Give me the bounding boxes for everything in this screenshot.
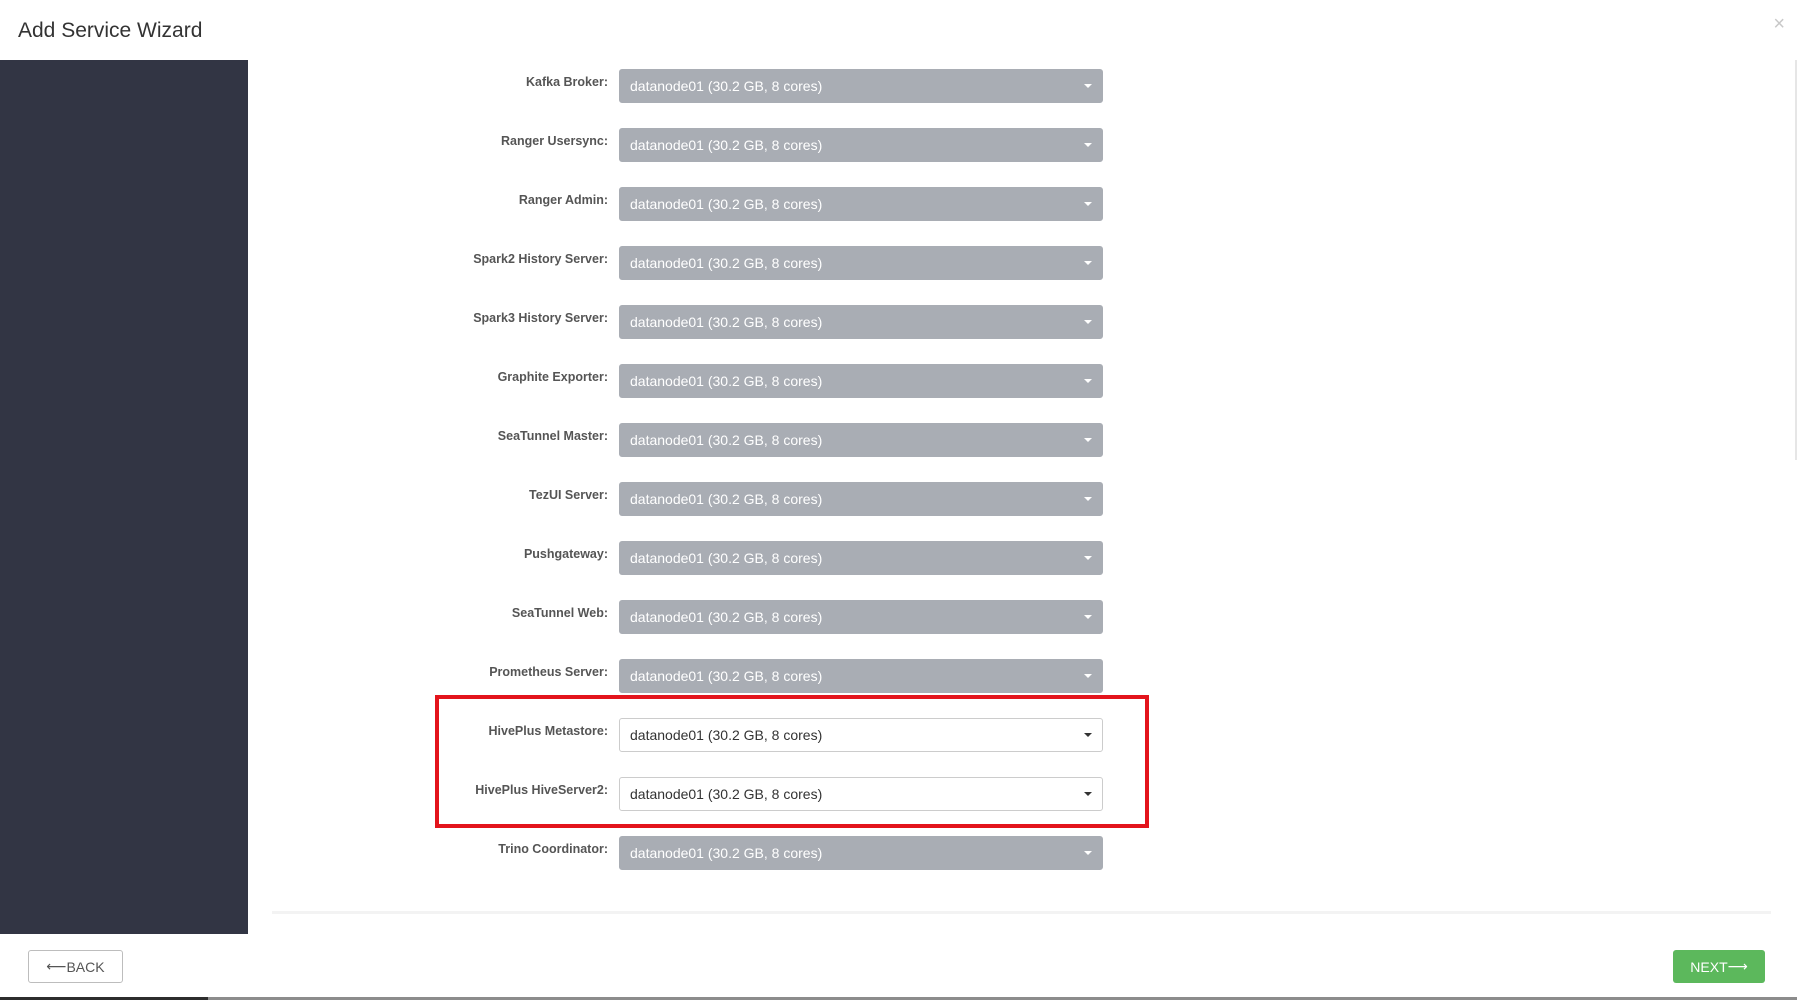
component-label: Ranger Usersync: bbox=[501, 134, 608, 148]
caret-down-icon bbox=[1084, 379, 1092, 383]
arrow-left-icon: ⟵ bbox=[46, 958, 67, 974]
host-select[interactable]: datanode01 (30.2 GB, 8 cores) bbox=[619, 836, 1103, 870]
caret-down-icon bbox=[1084, 202, 1092, 206]
assignment-row: Spark3 History Server: datanode01 (30.2 G… bbox=[420, 305, 1103, 339]
close-icon[interactable]: × bbox=[1773, 14, 1785, 34]
host-select-value: datanode01 (30.2 GB, 8 cores) bbox=[630, 491, 823, 507]
host-select-value: datanode01 (30.2 GB, 8 cores) bbox=[630, 255, 823, 271]
arrow-right-icon: ⟶ bbox=[1727, 958, 1748, 974]
host-select-value: datanode01 (30.2 GB, 8 cores) bbox=[630, 137, 823, 153]
host-select[interactable]: datanode01 (30.2 GB, 8 cores) bbox=[619, 659, 1103, 693]
host-select-value: datanode01 (30.2 GB, 8 cores) bbox=[630, 373, 823, 389]
wizard-sidebar bbox=[0, 60, 248, 934]
host-select-value: datanode01 (30.2 GB, 8 cores) bbox=[630, 668, 823, 684]
host-select-value: datanode01 (30.2 GB, 8 cores) bbox=[630, 550, 823, 566]
caret-down-icon bbox=[1084, 497, 1092, 501]
assignment-row: SeaTunnel Web: datanode01 (30.2 GB, 8 cor… bbox=[420, 600, 1103, 634]
component-label: Trino Coordinator: bbox=[498, 842, 608, 856]
host-select[interactable]: datanode01 (30.2 GB, 8 cores) bbox=[619, 69, 1103, 103]
back-button-label: BACK bbox=[66, 958, 105, 975]
caret-down-icon bbox=[1084, 261, 1092, 265]
host-select[interactable]: datanode01 (30.2 GB, 8 cores) bbox=[619, 423, 1103, 457]
assignment-row: Trino Coordinator: datanode01 (30.2 GB, 8… bbox=[420, 836, 1103, 870]
next-button-label: NEXT bbox=[1690, 958, 1728, 975]
wizard-header: Add Service Wizard × bbox=[0, 0, 1797, 60]
back-button[interactable]: ⟵ BACK bbox=[28, 950, 123, 983]
footer-progress-fill bbox=[0, 997, 208, 1000]
host-select[interactable]: datanode01 (30.2 GB, 8 cores) bbox=[619, 305, 1103, 339]
host-select-value: datanode01 (30.2 GB, 8 cores) bbox=[630, 314, 823, 330]
assignment-row: TezUI Server: datanode01 (30.2 GB, 8 core… bbox=[420, 482, 1103, 516]
footer-progress-track bbox=[0, 997, 1797, 1000]
caret-down-icon bbox=[1084, 674, 1092, 678]
assignment-row: Prometheus Server: datanode01 (30.2 GB, 8… bbox=[420, 659, 1103, 693]
caret-down-icon bbox=[1084, 851, 1092, 855]
host-select-value: datanode01 (30.2 GB, 8 cores) bbox=[630, 609, 823, 625]
host-select-value: datanode01 (30.2 GB, 8 cores) bbox=[630, 78, 823, 94]
component-label: Kafka Broker: bbox=[526, 75, 608, 89]
component-label: Pushgateway: bbox=[523, 547, 608, 561]
caret-down-icon bbox=[1084, 556, 1092, 560]
caret-down-icon bbox=[1084, 438, 1092, 442]
host-select[interactable]: datanode01 (30.2 GB, 8 cores) bbox=[619, 600, 1103, 634]
component-label: TezUI Server: bbox=[529, 488, 608, 502]
component-label: Spark2 History Server: bbox=[473, 252, 608, 266]
host-select-value: datanode01 (30.2 GB, 8 cores) bbox=[630, 196, 823, 212]
component-label: Ranger Admin: bbox=[518, 193, 608, 207]
assignment-row: Pushgateway: datanode01 (30.2 GB, 8 cores… bbox=[420, 541, 1103, 575]
caret-down-icon bbox=[1084, 320, 1092, 324]
component-label: SeaTunnel Web: bbox=[511, 606, 608, 620]
wizard-footer bbox=[0, 934, 1797, 1002]
component-label: Graphite Exporter: bbox=[497, 370, 608, 384]
assignment-row: Kafka Broker: datanode01 (30.2 GB, 8 core… bbox=[420, 69, 1103, 103]
host-select[interactable]: datanode01 (30.2 GB, 8 cores) bbox=[619, 246, 1103, 280]
caret-down-icon bbox=[1084, 143, 1092, 147]
host-select[interactable]: datanode01 (30.2 GB, 8 cores) bbox=[619, 128, 1103, 162]
host-select[interactable]: datanode01 (30.2 GB, 8 cores) bbox=[619, 541, 1103, 575]
component-label: Prometheus Server: bbox=[489, 665, 608, 679]
assignment-row: Graphite Exporter: datanode01 (30.2 GB, 8… bbox=[420, 364, 1103, 398]
host-select[interactable]: datanode01 (30.2 GB, 8 cores) bbox=[619, 187, 1103, 221]
assignment-row: SeaTunnel Master: datanode01 (30.2 GB, 8 … bbox=[420, 423, 1103, 457]
host-select[interactable]: datanode01 (30.2 GB, 8 cores) bbox=[619, 482, 1103, 516]
next-button[interactable]: NEXT ⟶ bbox=[1673, 950, 1765, 983]
host-select-value: datanode01 (30.2 GB, 8 cores) bbox=[630, 432, 823, 448]
host-select-value: datanode01 (30.2 GB, 8 cores) bbox=[630, 845, 823, 861]
component-label: SeaTunnel Master: bbox=[497, 429, 608, 443]
highlight-box bbox=[435, 695, 1149, 828]
component-label: Spark3 History Server: bbox=[473, 311, 608, 325]
wizard-title: Add Service Wizard bbox=[18, 19, 203, 42]
assignment-row: Ranger Admin: datanode01 (30.2 GB, 8 core… bbox=[420, 187, 1103, 221]
host-select[interactable]: datanode01 (30.2 GB, 8 cores) bbox=[619, 364, 1103, 398]
caret-down-icon bbox=[1084, 84, 1092, 88]
caret-down-icon bbox=[1084, 615, 1092, 619]
assignment-row: Ranger Usersync: datanode01 (30.2 GB, 8 c… bbox=[420, 128, 1103, 162]
assignment-row: Spark2 History Server: datanode01 (30.2 G… bbox=[420, 246, 1103, 280]
